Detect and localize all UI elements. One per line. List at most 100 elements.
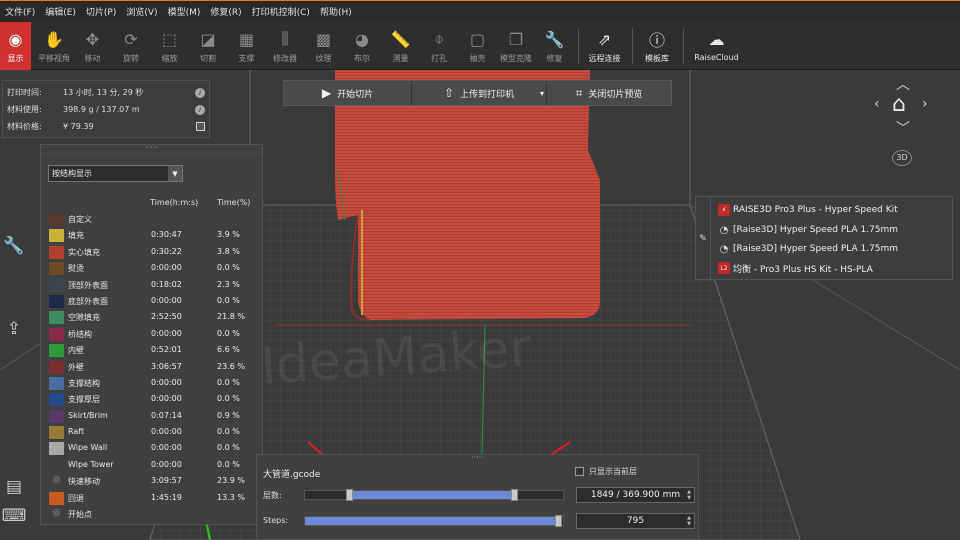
legend-row[interactable]: Wipe Tower 0:00:00 0.0 % (41, 457, 264, 473)
steps-value-field[interactable]: 795 ▲ ▼ (576, 513, 695, 529)
menu-slice[interactable]: 切片(P) (81, 5, 121, 18)
chevron-left-icon[interactable]: ‹ (874, 96, 880, 112)
steps-spinner[interactable]: ▲ ▼ (684, 514, 694, 528)
menu-edit[interactable]: 编辑(E) (40, 5, 81, 18)
tool-remote-button[interactable]: ⇗ 远程连接 (585, 22, 625, 70)
legend-row[interactable]: 填充 0:30:47 3.9 % (41, 227, 264, 243)
only-current-layer-toggle[interactable]: 只显示当前层 (575, 466, 637, 477)
tool-scale-button[interactable]: ⬚ 缩放 (154, 22, 185, 70)
tool-boolean-button[interactable]: ◕ 布尔 (347, 22, 378, 70)
color-swatch[interactable] (49, 262, 64, 276)
printer-row[interactable]: ⚡ RAISE3D Pro3 Plus - Hyper Speed Kit (718, 200, 898, 220)
legend-row[interactable]: 顶部外表面 0:18:02 2.3 % (41, 277, 264, 293)
display-mode-select[interactable]: 按结构显示 ▼ (48, 165, 183, 182)
keyboard-icon[interactable]: ⌨ (2, 505, 27, 527)
edit-icon[interactable]: ✎ (696, 197, 711, 281)
legend-row[interactable]: 支撑结构 0:00:00 0.0 % (41, 375, 264, 391)
legend-row[interactable]: 桥结构 0:00:00 0.0 % (41, 326, 264, 342)
tool-texture-button[interactable]: ▩ 纹理 (308, 22, 339, 70)
upload-to-printer-button[interactable]: ⇧ 上传到打印机 ▾ (412, 81, 547, 105)
tool-drill-button[interactable]: ⌽ 打孔 (424, 22, 455, 70)
chevron-down-icon[interactable]: ▾ (540, 89, 544, 98)
color-swatch[interactable] (49, 278, 64, 292)
tool-raisecloud-button[interactable]: ☁ RaiseCloud (690, 22, 744, 70)
tool-support-button[interactable]: ▦ 支撑 (231, 22, 262, 70)
info-icon[interactable]: i (195, 104, 205, 115)
menu-printer-control[interactable]: 打印机控制(C) (247, 5, 315, 18)
layers-spinner[interactable]: ▲ ▼ (684, 488, 694, 502)
tool-template-button[interactable]: ⓘ 模板库 (639, 22, 675, 70)
legend-row[interactable]: 实心填充 0:30:22 3.8 % (41, 244, 264, 260)
menu-view[interactable]: 浏览(V) (121, 5, 162, 18)
legend-row[interactable]: ◎ 快速移动 3:09:57 23.9 % (41, 473, 264, 489)
legend-row[interactable]: Raft 0:00:00 0.0 % (41, 424, 264, 440)
sliced-model[interactable] (335, 70, 600, 321)
3d-view-icon[interactable]: 3D (892, 150, 912, 166)
tool-modifier-button[interactable]: ⫼ 修改器 (270, 22, 301, 70)
legend-row[interactable]: Skirt/Brim 0:07:14 0.9 % (41, 408, 264, 424)
steps-slider[interactable] (304, 515, 564, 527)
color-swatch[interactable] (49, 491, 64, 505)
legend-row[interactable]: 底部外表面 0:00:00 0.0 % (41, 293, 264, 309)
color-swatch[interactable] (49, 229, 64, 243)
start-slice-button[interactable]: ▶ 开始切片 (284, 81, 412, 105)
profile-row[interactable]: L2 均衡 - Pro3 Plus HS Kit - HS-PLA (718, 258, 873, 278)
menu-help[interactable]: 帮助(H) (315, 5, 357, 18)
eye-off-icon[interactable]: ◎ (49, 475, 64, 488)
chevron-right-icon[interactable]: › (922, 96, 928, 112)
panel-grip[interactable]: ····· (257, 454, 698, 463)
panel-grip[interactable]: ····· (41, 144, 262, 154)
color-swatch[interactable] (49, 311, 64, 325)
document-icon[interactable]: ▤ (3, 476, 25, 498)
export-icon[interactable]: ⇪ (3, 318, 25, 340)
eye-off-icon[interactable]: ◎ (49, 508, 64, 521)
filament-row-2[interactable]: ◔ [Raise3D] Hyper Speed PLA 1.75mm (718, 239, 898, 259)
tool-move-button[interactable]: ✥ 移动 (77, 22, 108, 70)
layers-slider[interactable] (304, 489, 564, 501)
legend-row[interactable]: 熨烫 0:00:00 0.0 % (41, 260, 264, 276)
menu-repair[interactable]: 修复(R) (205, 5, 246, 18)
color-swatch[interactable] (49, 327, 64, 341)
tool-display-button[interactable]: ◉ 显示 (0, 22, 31, 70)
legend-row[interactable]: 自定义 (41, 211, 264, 227)
tool-repair-button[interactable]: 🔧 修复 (539, 22, 570, 70)
only-current-layer-checkbox[interactable] (575, 467, 584, 476)
color-swatch[interactable] (49, 213, 64, 226)
info-icon[interactable]: i (195, 87, 205, 98)
legend-row[interactable]: 支撑厚层 0:00:00 0.0 % (41, 391, 264, 407)
chevron-up-icon[interactable]: ︿ (896, 74, 910, 94)
tool-shell-button[interactable]: ▢ 抽壳 (462, 22, 493, 70)
wrench-icon[interactable]: 🔧 (3, 235, 25, 257)
color-swatch[interactable] (49, 459, 64, 472)
legend-row[interactable]: ◎ 开始点 (41, 506, 264, 522)
close-preview-button[interactable]: ⌗ 关闭切片预览 (547, 81, 671, 105)
layers-high-handle[interactable] (510, 489, 518, 501)
color-swatch[interactable] (49, 393, 64, 407)
tool-cut-button[interactable]: ◪ 切割 (193, 22, 224, 70)
color-swatch[interactable] (49, 376, 64, 390)
chevron-down-icon[interactable]: ﹀ (896, 118, 910, 138)
tool-pan-button[interactable]: ✋ 平移视角 (38, 22, 70, 70)
home-icon[interactable]: ⌂ (892, 92, 906, 117)
legend-row[interactable]: 外壁 3:06:57 23.6 % (41, 359, 264, 375)
legend-row[interactable]: Wipe Wall 0:00:00 0.0 % (41, 440, 264, 456)
tool-clone-button[interactable]: ❐ 模型克隆 (500, 22, 532, 70)
legend-row[interactable]: 回退 1:45:19 13.3 % (41, 490, 264, 506)
color-swatch[interactable] (49, 245, 64, 259)
legend-row[interactable]: 空隙填充 2:52:50 21.8 % (41, 309, 264, 325)
tool-measure-button[interactable]: 📏 测量 (385, 22, 416, 70)
color-swatch[interactable] (49, 344, 64, 358)
layers-low-handle[interactable] (345, 489, 353, 501)
color-swatch[interactable] (49, 360, 64, 374)
color-swatch[interactable] (49, 294, 64, 308)
color-swatch[interactable] (49, 426, 64, 440)
tool-rotate-button[interactable]: ⟳ 旋转 (116, 22, 147, 70)
legend-row[interactable]: 内壁 0:52:01 6.6 % (41, 342, 264, 358)
menu-file[interactable]: 文件(F) (0, 5, 40, 18)
layers-value-field[interactable]: 1849 / 369.900 mm ▲ ▼ (576, 487, 695, 503)
save-icon[interactable] (196, 122, 205, 131)
menu-model[interactable]: 模型(M) (163, 5, 206, 18)
color-swatch[interactable] (49, 409, 64, 423)
steps-handle[interactable] (554, 515, 562, 527)
color-swatch[interactable] (49, 442, 64, 456)
